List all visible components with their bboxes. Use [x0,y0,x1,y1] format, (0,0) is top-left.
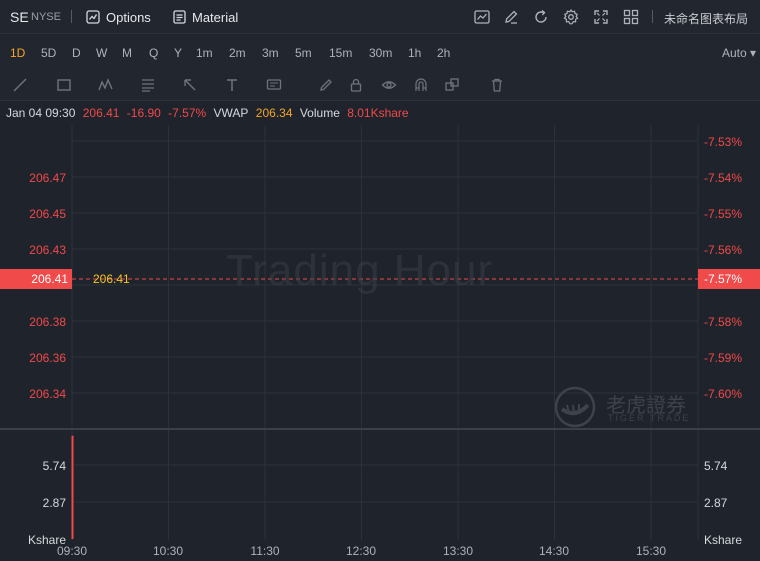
price-tick-left: 206.36 [29,351,66,365]
time-tick: 14:30 [538,544,570,558]
timeframe-3m[interactable]: 3m [262,46,279,60]
time-tick: 15:30 [635,544,667,558]
options-chart-icon [86,10,100,24]
pct-tick-right: -7.59% [704,351,743,365]
symbol[interactable]: SE [10,9,29,25]
fullscreen-icon[interactable] [592,8,610,26]
callout-icon[interactable] [266,77,282,93]
volume-bar [71,435,74,539]
brand-name-en: TIGER TRADE [608,413,691,423]
timeframe-2h[interactable]: 2h [437,46,450,60]
time-tick: 12:30 [345,544,377,558]
edit-icon[interactable] [502,8,520,26]
time-tick: 10:30 [152,544,184,558]
quote-datetime: Jan 04 09:30 [6,106,76,120]
material-label: Material [192,9,239,25]
pct-tick-right: -7.60% [704,387,743,401]
timeframe-bar: 1D 5D D W M Q Y 1m 2m 3m 5m 15m 30m 1h 2… [0,35,760,69]
current-pct-tag-right: -7.57% [698,269,760,289]
vwap-label: VWAP [213,106,249,120]
volume-tick-right: 5.74 [704,459,728,473]
pct-tick-right: -7.55% [704,207,743,221]
layout-name[interactable]: 未命名图表布局 [664,10,748,27]
current-price-tag-left: 206.41 [0,269,72,289]
gear-icon[interactable] [562,8,580,26]
timeframe-1d[interactable]: 1D [10,46,25,60]
pct-tick-right: -7.56% [704,243,743,257]
material-button[interactable]: Material [173,7,238,27]
time-tick: 13:30 [442,544,474,558]
timeframe-15m[interactable]: 15m [329,46,352,60]
timeframe-5d[interactable]: 5D [41,46,56,60]
volume-unit-right: Kshare [704,533,743,547]
price-tick-left: 206.38 [29,315,66,329]
arrow-icon[interactable] [182,77,198,93]
timeframe-d[interactable]: D [72,46,81,60]
price-tick-left: 206.43 [29,243,66,257]
timeframe-m[interactable]: M [122,46,132,60]
drawing-toolbar [0,69,760,101]
clone-icon[interactable] [444,77,460,93]
text-tool-icon[interactable] [224,77,240,93]
timeframe-1m[interactable]: 1m [196,46,213,60]
chart-area[interactable] [0,125,760,545]
wave-pattern-icon[interactable] [98,77,114,93]
options-label: Options [106,9,151,25]
timeframe-5m[interactable]: 5m [295,46,312,60]
tiger-logo-icon [554,386,596,428]
timeframe-q[interactable]: Q [149,46,158,60]
pct-tick-right: -7.54% [704,171,743,185]
time-tick: 11:30 [250,544,280,558]
trading-hour-watermark: Trading Hour [226,246,494,295]
divider [71,10,72,23]
trend-line-icon[interactable] [12,77,28,93]
volume-label: Volume [299,106,340,120]
quote-change: -16.90 [126,106,161,120]
trash-icon[interactable] [489,77,505,93]
timeframe-30m[interactable]: 30m [369,46,392,60]
price-tick-left: 206.47 [29,171,66,185]
pct-tick-right: -7.58% [704,315,743,329]
magnet-icon[interactable] [413,77,429,93]
timeframe-2m[interactable]: 2m [229,46,246,60]
options-button[interactable]: Options [86,7,151,27]
volume-tick-right: 2.87 [704,496,728,510]
volume-value: 8.01Kshare [347,106,409,120]
volume-tick-left: 2.87 [42,496,66,510]
lock-icon[interactable] [348,77,364,93]
time-tick: 09:30 [56,544,88,558]
timeframe-w[interactable]: W [96,46,107,60]
scale-mode-dropdown[interactable]: Auto ▾ [722,46,756,60]
quote-price: 206.41 [82,106,120,120]
eye-icon[interactable] [381,77,397,93]
volume-tick-left: 5.74 [42,459,66,473]
timeframe-y[interactable]: Y [174,46,182,60]
pencil-icon[interactable] [318,77,334,93]
quote-info-line: Jan 04 09:30 206.41 -16.90 -7.57% VWAP 2… [6,106,413,120]
refresh-icon[interactable] [532,8,550,26]
fibonacci-icon[interactable] [140,77,156,93]
quote-change-pct: -7.57% [168,106,207,120]
vwap-value: 206.34 [255,106,293,120]
price-tick-left: 206.34 [29,387,66,401]
current-price-line-label: 206.41 [93,272,130,286]
divider [652,10,653,23]
scale-mode-label: Auto [722,46,747,60]
document-icon [173,10,186,24]
pct-tick-right: -7.53% [704,135,743,149]
grid-layout-icon[interactable] [622,8,640,26]
chart-type-icon[interactable] [473,8,491,26]
top-toolbar: SE NYSE Options Material 未命名图表布局 [0,0,760,34]
rectangle-icon[interactable] [56,77,72,93]
timeframe-1h[interactable]: 1h [408,46,421,60]
price-tick-left: 206.45 [29,207,66,221]
exchange: NYSE [31,11,61,23]
